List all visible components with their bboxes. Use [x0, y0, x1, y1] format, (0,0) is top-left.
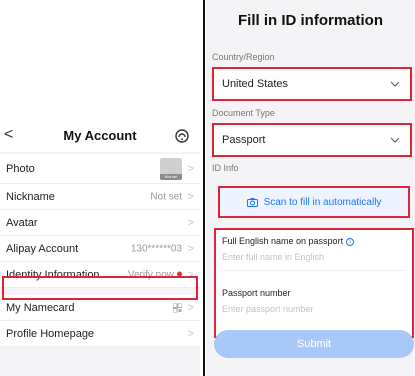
row-label: Profile Homepage	[6, 327, 95, 340]
document-type-select[interactable]: Passport	[212, 123, 412, 157]
account-settings-list: Photo Not set > Nickname Not set > Avata…	[0, 154, 200, 347]
list-item-photo[interactable]: Photo Not set >	[0, 154, 200, 184]
id-form-panel: Fill in ID information Country/Region Un…	[206, 0, 415, 376]
document-type-label: Document Type	[212, 108, 275, 118]
page-title: Fill in ID information	[238, 12, 383, 29]
row-value: Not set	[150, 191, 182, 202]
full-name-label-text: Full English name on passport	[222, 236, 344, 246]
scan-button[interactable]: Scan to fill in automatically	[218, 186, 410, 218]
qr-code-icon	[173, 303, 182, 312]
id-info-label: ID Info	[212, 163, 239, 173]
passport-info-group: Full English name on passport i Enter ful…	[214, 228, 414, 338]
chevron-right-icon: >	[187, 301, 194, 314]
chevron-right-icon: >	[187, 162, 194, 175]
passport-number-input[interactable]: Enter passport number	[222, 304, 314, 314]
document-type-value: Passport	[222, 134, 266, 146]
submit-button[interactable]: Submit	[214, 330, 414, 358]
full-name-label: Full English name on passport i	[222, 236, 355, 246]
row-label: Avatar	[6, 216, 38, 229]
full-name-input[interactable]: Enter full name in English	[222, 252, 324, 262]
chevron-right-icon: >	[187, 242, 194, 255]
chevron-right-icon: >	[187, 327, 194, 340]
thumb-tag: Not set	[160, 174, 182, 180]
row-label: Photo	[6, 162, 35, 175]
info-icon[interactable]: i	[346, 237, 355, 246]
camera-scan-icon	[246, 197, 258, 207]
panel-divider	[203, 0, 205, 376]
chevron-down-icon	[390, 81, 400, 87]
passport-number-label: Passport number	[222, 288, 291, 298]
chevron-right-icon: >	[187, 190, 194, 203]
account-header: < My Account	[0, 120, 200, 152]
list-item-avatar[interactable]: Avatar >	[0, 210, 200, 236]
chevron-right-icon: >	[187, 216, 194, 229]
list-item-profile-homepage[interactable]: Profile Homepage >	[0, 321, 200, 347]
row-label: Alipay Account	[6, 242, 79, 255]
scan-label: Scan to fill in automatically	[263, 196, 382, 208]
row-label: My Namecard	[6, 301, 75, 314]
country-select[interactable]: United States	[212, 67, 412, 101]
list-item-alipay-account[interactable]: Alipay Account 130******03 >	[0, 236, 200, 262]
identity-highlight-box	[2, 276, 198, 300]
help-icon[interactable]	[174, 128, 190, 144]
country-value: United States	[222, 78, 289, 90]
list-item-nickname[interactable]: Nickname Not set >	[0, 184, 200, 210]
row-value: 130******03	[130, 243, 182, 254]
page-title: My Account	[63, 128, 137, 143]
divider	[222, 270, 406, 271]
row-label: Nickname	[6, 190, 55, 203]
avatar: Not set	[160, 158, 182, 180]
chevron-down-icon	[390, 137, 400, 143]
country-label: Country/Region	[212, 52, 275, 62]
my-account-panel: < My Account Photo Not set > Nickname No…	[0, 120, 200, 376]
